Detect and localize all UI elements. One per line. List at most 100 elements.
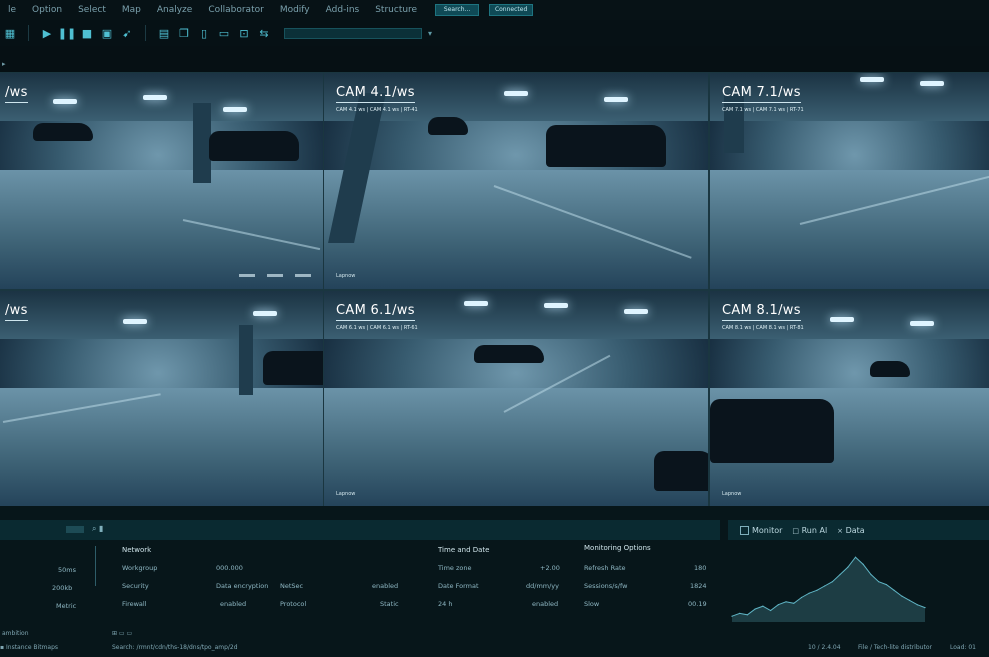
frame-icon[interactable]: ▣ <box>100 26 114 40</box>
pause-icon[interactable]: ❚❚ <box>58 26 76 40</box>
close-icon[interactable]: × <box>837 527 843 535</box>
time-value: +2.00 <box>540 564 560 572</box>
chart-point <box>916 604 918 606</box>
tab-data[interactable]: × Data <box>837 526 865 535</box>
sub-bar: ▸ <box>0 60 989 72</box>
connection-pill[interactable]: Connected <box>489 4 534 16</box>
camera-title: CAM 4.1/ws <box>336 85 415 103</box>
activity-chart <box>731 556 926 622</box>
monitoring-value: 00.19 <box>688 600 707 608</box>
menu-item-addins[interactable]: Add-ins <box>318 5 368 15</box>
camera-info: CAM 4.1 ws | CAM 4.1 ws | RT-41 <box>336 107 418 113</box>
monitoring-value: 180 <box>694 564 707 572</box>
checkbox-icon[interactable] <box>740 525 749 535</box>
grid-icon[interactable]: ▦ <box>3 26 17 40</box>
network-value: Data encryption <box>216 582 269 590</box>
panel-chip[interactable] <box>66 526 84 533</box>
metric-value: Metric <box>56 602 77 610</box>
menu-item-option[interactable]: Option <box>24 5 70 15</box>
extra-value: enabled <box>372 582 399 590</box>
camera-tile-cam8[interactable]: CAM 8.1/ws CAM 8.1 ws | CAM 8.1 ws | RT-… <box>709 290 989 508</box>
toolbar-divider <box>145 25 146 41</box>
chart-point <box>870 573 872 576</box>
camera-tile-cam4[interactable]: CAM 4.1/ws CAM 4.1 ws | CAM 4.1 ws | RT-… <box>323 72 709 290</box>
camera-tile-4[interactable]: /ws <box>0 290 324 508</box>
camera-title: CAM 8.1/ws <box>722 303 801 321</box>
chart-point <box>800 596 803 599</box>
chart-point <box>862 563 864 565</box>
menu-item-collaborator[interactable]: Collaborator <box>200 5 271 15</box>
status-icons[interactable]: ⊞ ▭ ▭ <box>112 630 132 637</box>
network-key: Workgroup <box>122 564 158 572</box>
caret-icon[interactable]: ▸ <box>2 60 6 68</box>
network-header: Network <box>122 546 152 554</box>
stop-icon[interactable]: ■ <box>80 26 94 40</box>
extra-value: Static <box>380 600 399 608</box>
network-key: Security <box>122 582 149 590</box>
monitoring-value: 1824 <box>690 582 707 590</box>
chart-point <box>924 607 926 609</box>
camera-info: CAM 6.1 ws | CAM 6.1 ws | RT-61 <box>336 325 418 331</box>
chart-point <box>746 614 749 616</box>
properties-tabbar: ⌕ ▮ <box>0 520 720 540</box>
menu-item-file[interactable]: le <box>0 5 24 15</box>
chart-point <box>808 592 810 594</box>
chart-point <box>785 601 787 603</box>
chevron-down-icon[interactable]: ▾ <box>428 29 432 38</box>
menu-item-analyze[interactable]: Analyze <box>149 5 200 15</box>
camera-footer: Lapnow <box>336 273 356 279</box>
status-path: Search: /rmnt/cdn/ths-18/dns/tpo_amp/2d <box>112 644 238 651</box>
camera-tile-1[interactable]: /ws <box>0 72 324 290</box>
camera-title: /ws <box>5 85 28 103</box>
chart-point <box>847 566 849 568</box>
camera-tile-cam7[interactable]: CAM 7.1/ws CAM 7.1 ws | CAM 7.1 ws | RT-… <box>709 72 989 290</box>
status-right-2: File / Tech-lite distributor <box>858 644 932 651</box>
menu-item-map[interactable]: Map <box>114 5 149 15</box>
status-right-3: Load: 01 <box>950 644 976 651</box>
time-key: Date Format <box>438 582 479 590</box>
square-icon: □ <box>792 526 800 535</box>
document-icon[interactable]: ▯ <box>197 26 211 40</box>
tab-data-label: Data <box>845 525 865 535</box>
menu-bar: le Option Select Map Analyze Collaborato… <box>0 0 989 20</box>
chart-point <box>908 599 911 601</box>
chart-point <box>816 589 818 591</box>
chart-point <box>878 581 880 583</box>
bottom-panel: ⌕ ▮ Monitor □ Run Al × Data 50ms 200kb M… <box>0 506 989 657</box>
chart-point <box>854 556 857 558</box>
tab-run[interactable]: □ Run Al <box>792 526 827 535</box>
play-icon[interactable]: ▶ <box>40 26 54 40</box>
camera-footer: Lapnow <box>722 491 742 497</box>
camera-info: CAM 8.1 ws | CAM 8.1 ws | RT-81 <box>722 325 804 331</box>
menu-item-structure[interactable]: Structure <box>367 5 425 15</box>
cursor-icon[interactable]: ➹ <box>120 26 134 40</box>
toolbar: ▦ ▶ ❚❚ ■ ▣ ➹ ▤ ❐ ▯ ▭ ⊡ ⇆ ▾ <box>0 20 989 46</box>
monitoring-key: Refresh Rate <box>584 564 626 572</box>
checkbox-icon[interactable]: ▪ <box>0 644 4 651</box>
search-icon[interactable]: ⌕ ▮ <box>92 524 103 534</box>
menu-item-modify[interactable]: Modify <box>272 5 318 15</box>
status-item[interactable]: ▪ Instance Bitmaps <box>0 644 58 651</box>
chart-tabbar: Monitor □ Run Al × Data <box>728 520 989 540</box>
monitoring-key: Sessions/s/fw <box>584 582 628 590</box>
tab-monitor[interactable]: Monitor <box>740 525 782 535</box>
page-icon[interactable]: ▭ <box>217 26 231 40</box>
export-icon[interactable]: ⊡ <box>237 26 251 40</box>
time-value: enabled <box>532 600 559 608</box>
arrows-icon[interactable]: ⇆ <box>257 26 271 40</box>
camera-tile-cam6[interactable]: CAM 6.1/ws CAM 6.1 ws | CAM 6.1 ws | RT-… <box>323 290 709 508</box>
time-header: Time and Date <box>438 546 490 554</box>
layers-icon[interactable]: ▤ <box>157 26 171 40</box>
search-pill[interactable]: Search... <box>435 4 480 16</box>
timeline-field[interactable] <box>284 27 422 39</box>
camera-footer: Lapnow <box>336 491 356 497</box>
camera-title: /ws <box>5 303 28 321</box>
status-right-1: 10 / 2.4.04 <box>808 644 841 651</box>
copy-icon[interactable]: ❐ <box>177 26 191 40</box>
chart-point <box>824 585 826 587</box>
tab-run-label: Run Al <box>801 525 828 535</box>
chart-area <box>732 557 925 622</box>
time-key: Time zone <box>438 564 472 572</box>
chart-point <box>831 581 833 583</box>
menu-item-select[interactable]: Select <box>70 5 114 15</box>
